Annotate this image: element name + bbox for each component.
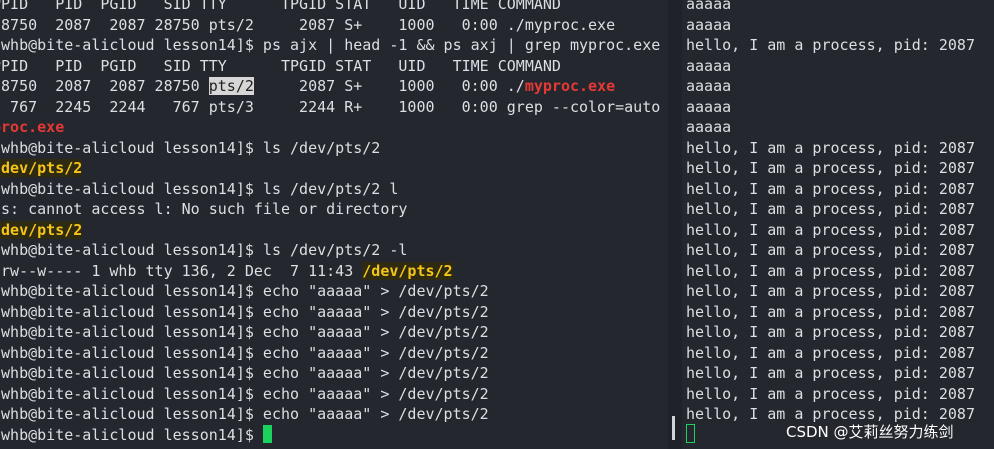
output-line: hello, I am a process, pid: 2087 [686, 261, 975, 280]
right-terminal-pane[interactable]: aaaaa aaaaa hello, I am a process, pid: … [682, 0, 994, 449]
ps-grep-line-wrap: proc.exe [0, 117, 668, 138]
output-line: aaaaa [686, 0, 732, 13]
ps-grep-line: 767 2245 2244 767 pts/3 2244 R+ 1000 0:0… [0, 97, 668, 118]
right-terminal-output: aaaaa aaaaa hello, I am a process, pid: … [686, 0, 994, 425]
active-prompt-line[interactable]: [whb@bite-alicloud lesson14]$ [0, 424, 668, 446]
selected-tty-text[interactable]: pts/2 [208, 77, 254, 95]
ps-header-line: PPID PID PGID SID TTY TPGID STAT UID TIM… [0, 56, 561, 75]
ls-output-line: /dev/pts/2 [0, 158, 668, 179]
command-line-echo: [whb@bite-alicloud lesson14]$ echo "aaaa… [0, 343, 489, 362]
output-line: aaaaa [686, 56, 732, 75]
left-terminal-pane[interactable]: PPID PID PGID SID TTY TPGID STAT UID TIM… [0, 0, 668, 449]
device-path: /dev/pts/2 [0, 220, 83, 239]
ls-output-line: /dev/pts/2 [0, 220, 668, 241]
error-line: ls: cannot access l: No such file or dir… [0, 200, 408, 218]
output-line: hello, I am a process, pid: 2087 [686, 36, 975, 54]
command-line-echo: [whb@bite-alicloud lesson14]$ echo "aaaa… [0, 282, 489, 300]
command-line-echo: [whb@bite-alicloud lesson14]$ echo "aaaa… [0, 384, 489, 403]
command-line-ls: [whb@bite-alicloud lesson14]$ ls /dev/pt… [0, 241, 408, 259]
command-line-ls: [whb@bite-alicloud lesson14]$ ls /dev/pt… [0, 179, 399, 198]
output-line: aaaaa [686, 118, 732, 136]
output-line: hello, I am a process, pid: 2087 [686, 364, 975, 382]
command-line-echo: [whb@bite-alicloud lesson14]$ echo "aaaa… [0, 364, 489, 382]
device-path: /dev/pts/2 [362, 261, 453, 280]
ps-header-line: PPID PID PGID SID TTY TPGID STAT UID TIM… [0, 0, 561, 13]
output-line: aaaaa [686, 97, 732, 116]
device-path: /dev/pts/2 [0, 159, 83, 177]
grep-match-text: myproc.exe [524, 77, 616, 95]
left-terminal-output: PPID PID PGID SID TTY TPGID STAT UID TIM… [0, 0, 668, 445]
command-line-echo: [whb@bite-alicloud lesson14]$ echo "aaaa… [0, 302, 489, 321]
output-line: aaaaa [686, 77, 732, 95]
output-line: aaaaa [686, 15, 732, 34]
ps-row-prefix: 767 2245 2244 767 pts/3 2244 R+ 1000 0:0… [0, 97, 668, 116]
output-line: hello, I am a process, pid: 2087 [686, 200, 975, 218]
grep-match-text: proc.exe [0, 118, 65, 136]
block-cursor-icon [262, 424, 272, 443]
hollow-cursor-icon [686, 424, 695, 443]
output-line: hello, I am a process, pid: 2087 [686, 384, 975, 403]
output-line: hello, I am a process, pid: 2087 [686, 343, 975, 362]
command-line-echo: [whb@bite-alicloud lesson14]$ echo "aaaa… [0, 323, 489, 341]
command-line-ls: [whb@bite-alicloud lesson14]$ ls /dev/pt… [0, 138, 381, 157]
ps-process-line: 28750 2087 2087 28750 pts/2 2087 S+ 1000… [0, 15, 616, 34]
ls-long-output-line: crw--w---- 1 whb tty 136, 2 Dec 7 11:43 … [0, 261, 668, 282]
shell-prompt: [whb@bite-alicloud lesson14]$ [0, 425, 263, 444]
command-line-echo: [whb@bite-alicloud lesson14]$ echo "aaaa… [0, 405, 489, 423]
command-line-ps: [whb@bite-alicloud lesson14]$ ps ajx | h… [0, 36, 661, 54]
output-line: hello, I am a process, pid: 2087 [686, 179, 975, 198]
output-line: hello, I am a process, pid: 2087 [686, 302, 975, 321]
output-line: hello, I am a process, pid: 2087 [686, 241, 975, 259]
output-line: hello, I am a process, pid: 2087 [686, 323, 975, 341]
output-line: hello, I am a process, pid: 2087 [686, 282, 975, 300]
file-permissions-info: crw--w---- 1 whb tty 136, 2 Dec 7 11:43 [0, 261, 363, 280]
ps-row-prefix: 28750 2087 2087 28750 [0, 77, 209, 95]
output-line: hello, I am a process, pid: 2087 [686, 159, 975, 177]
watermark-text: CSDN @艾莉丝努力练剑 [786, 423, 954, 441]
pane-divider[interactable] [668, 0, 682, 449]
ps-row-middle: 2087 S+ 1000 0:00 ./ [253, 77, 525, 95]
output-line: hello, I am a process, pid: 2087 [686, 138, 975, 157]
divider-handle[interactable] [672, 416, 675, 440]
ps-process-line: 28750 2087 2087 28750 pts/2 2087 S+ 1000… [0, 76, 668, 97]
output-line: hello, I am a process, pid: 2087 [686, 220, 975, 239]
